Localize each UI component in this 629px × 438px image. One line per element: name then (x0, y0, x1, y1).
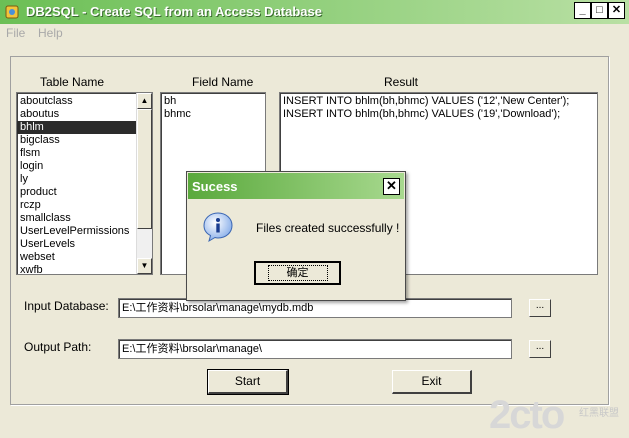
table-list-item[interactable]: product (17, 186, 152, 199)
watermark-side-text: 红黑联盟 (579, 408, 619, 419)
watermark-logo: 2cto (489, 393, 565, 437)
table-list[interactable]: aboutclass aboutus bhlm bigclass flsm login ly… (16, 92, 153, 275)
minimize-button[interactable]: _ (574, 2, 591, 19)
table-list-item[interactable]: bhlm (17, 121, 152, 134)
menu-help[interactable]: Help (38, 26, 63, 40)
result-label: Result (384, 75, 419, 89)
dialog-close-button[interactable]: ✕ (383, 178, 400, 195)
scroll-down-arrow[interactable]: ▼ (137, 258, 152, 274)
window-title: DB2SQL - Create SQL from an Access Datab… (26, 4, 322, 19)
input-database-label: Input Database: (24, 299, 109, 313)
result-line[interactable]: INSERT INTO bhlm(bh,bhmc) VALUES ('12','… (280, 95, 597, 108)
title-bar: DB2SQL - Create SQL from an Access Datab… (0, 0, 629, 24)
browse-input-button[interactable]: ... (529, 299, 551, 317)
browse-output-button[interactable]: ... (529, 340, 551, 358)
field-list-item[interactable]: bh (161, 95, 265, 108)
table-list-item[interactable]: ly (17, 173, 152, 186)
menu-file[interactable]: File (6, 26, 25, 40)
input-database-field[interactable]: E:\工作资料\brsolar\manage\mydb.mdb (118, 298, 512, 318)
scroll-up-arrow[interactable]: ▲ (137, 93, 152, 109)
output-path-field[interactable]: E:\工作资料\brsolar\manage\ (118, 339, 512, 359)
dialog-title: Sucess (192, 179, 238, 194)
dialog-title-bar: Sucess ✕ (188, 173, 404, 199)
watermark: 2cto 红黑联盟 (489, 392, 629, 438)
result-line[interactable]: INSERT INTO bhlm(bh,bhmc) VALUES ('19','… (280, 108, 597, 121)
table-list-item[interactable]: login (17, 160, 152, 173)
dialog-ok-label: 确定 (267, 265, 328, 281)
exit-button[interactable]: Exit (392, 370, 472, 394)
field-list-item[interactable]: bhmc (161, 108, 265, 121)
table-list-item[interactable]: flsm (17, 147, 152, 160)
table-name-label: Table Name (40, 75, 105, 89)
table-list-item[interactable]: UserLevels (17, 238, 152, 251)
close-button[interactable]: ✕ (608, 2, 625, 19)
table-list-item[interactable]: smallclass (17, 212, 152, 225)
dialog-ok-button[interactable]: 确定 (254, 261, 341, 285)
menu-bar: File Help (0, 24, 629, 42)
app-icon (5, 5, 19, 19)
table-list-scrollbar[interactable]: ▲ ▼ (136, 93, 152, 274)
success-dialog: Sucess ✕ Files created successfully ! 确定 (186, 171, 406, 301)
maximize-button[interactable]: □ (591, 2, 608, 19)
table-list-item[interactable]: UserLevelPermissions (17, 225, 152, 238)
info-icon (203, 212, 233, 243)
field-name-label: Field Name (192, 75, 254, 89)
output-path-label: Output Path: (24, 340, 92, 354)
table-list-item[interactable]: aboutus (17, 108, 152, 121)
table-list-item[interactable]: webset (17, 251, 152, 264)
start-button[interactable]: Start (207, 369, 289, 395)
table-list-item[interactable]: rczp (17, 199, 152, 212)
scroll-thumb[interactable] (137, 109, 152, 229)
table-list-item[interactable]: aboutclass (17, 95, 152, 108)
dialog-message: Files created successfully ! (256, 221, 400, 235)
table-list-item[interactable]: bigclass (17, 134, 152, 147)
table-list-item[interactable]: xwfb (17, 264, 152, 274)
